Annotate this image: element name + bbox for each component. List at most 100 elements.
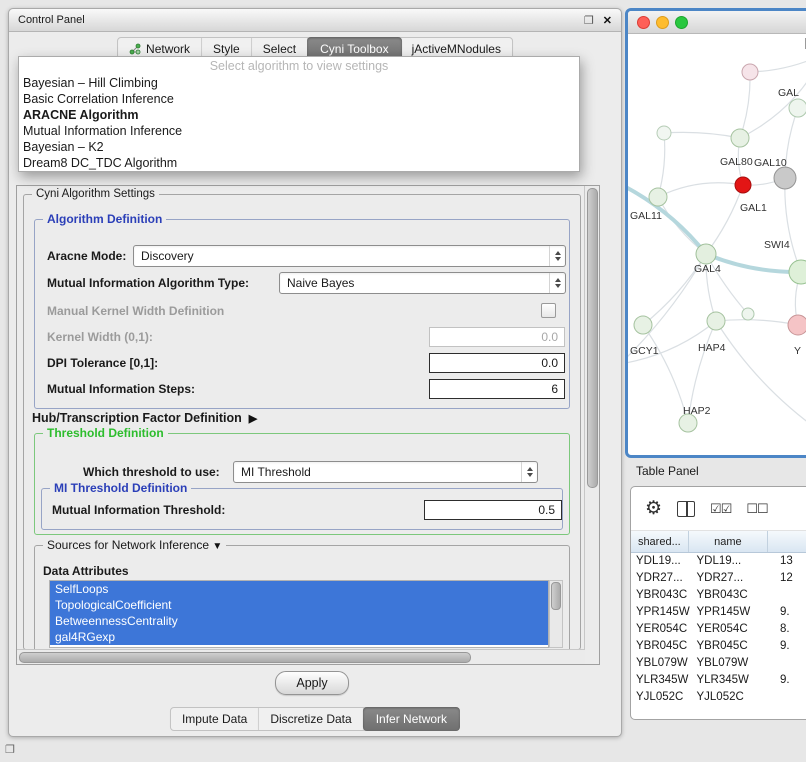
tab-discretize-data[interactable]: Discretize Data xyxy=(259,708,363,730)
settings-horizontal-scrollbar[interactable] xyxy=(17,649,585,664)
dpi-tolerance-field[interactable]: 0.0 xyxy=(429,353,565,373)
dropdown-stepper-icon xyxy=(549,273,565,293)
table-cell: 12 xyxy=(775,570,806,587)
data-attribute-item[interactable]: SelfLoops xyxy=(50,581,548,597)
column-header[interactable]: name xyxy=(689,531,768,552)
network-edge[interactable] xyxy=(643,325,688,423)
network-node[interactable] xyxy=(735,177,751,193)
table-row[interactable]: YBL079WYBL079W xyxy=(631,655,806,672)
scrollbar-thumb[interactable] xyxy=(19,652,471,663)
network-node[interactable] xyxy=(731,129,749,147)
table-toolbar: ⚙ ☑☑ ☐☐ xyxy=(631,487,806,531)
tab-infer-network[interactable]: Infer Network xyxy=(363,707,460,731)
table-cell: 8. xyxy=(775,621,806,638)
network-edge[interactable] xyxy=(664,132,740,138)
network-node[interactable] xyxy=(707,312,725,330)
hub-definition-toggle[interactable]: Hub/Transcription Factor Definition ▶ xyxy=(32,411,257,425)
algorithm-option[interactable]: Dream8 DC_TDC Algorithm xyxy=(19,155,579,171)
data-attribute-item[interactable]: gal4RGexp xyxy=(50,629,548,645)
network-node[interactable] xyxy=(649,188,667,206)
group-title: Cyni Algorithm Settings xyxy=(32,187,159,201)
minimize-button[interactable] xyxy=(656,16,669,29)
algorithm-option[interactable]: Mutual Information Inference xyxy=(19,123,579,139)
manual-kernel-checkbox[interactable] xyxy=(541,303,556,318)
control-panel-titlebar[interactable]: Control Panel ❐ ✕ xyxy=(9,9,621,32)
deselect-all-icon[interactable]: ☐☐ xyxy=(746,502,767,515)
network-node[interactable] xyxy=(742,64,758,80)
table-cell xyxy=(775,655,806,672)
hub-definition-label: Hub/Transcription Factor Definition xyxy=(32,411,242,425)
network-edge[interactable] xyxy=(706,185,743,254)
mi-steps-field[interactable]: 6 xyxy=(429,379,565,399)
gear-icon[interactable]: ⚙ xyxy=(645,499,662,518)
network-node[interactable] xyxy=(696,244,716,264)
table-cell: YBL079W xyxy=(691,655,774,672)
table-row[interactable]: YLR345WYLR345W9. xyxy=(631,672,806,689)
data-attributes-list[interactable]: SelfLoopsTopologicalCoefficientBetweenne… xyxy=(49,580,549,648)
table-row[interactable]: YBR043CYBR043C xyxy=(631,587,806,604)
column-header[interactable]: shared... xyxy=(631,531,689,552)
kernel-width-field[interactable]: 0.0 xyxy=(429,327,565,347)
network-canvas[interactable]: GALGAL80GAL10GAL11GAL1SWI4GAL4GCY1HAP4HA… xyxy=(628,34,806,450)
mi-threshold-field[interactable]: 0.5 xyxy=(424,500,562,520)
mi-algorithm-type-label: Mutual Information Algorithm Type: xyxy=(47,276,249,290)
dropdown-stepper-icon xyxy=(549,246,565,266)
network-edge[interactable] xyxy=(716,321,806,434)
docked-panel-icon[interactable]: ❐ xyxy=(5,743,15,756)
algorithm-option-list: Bayesian – Hill ClimbingBasic Correlatio… xyxy=(19,75,579,171)
data-attribute-item[interactable]: BetweennessCentrality xyxy=(50,613,548,629)
attributes-list-scrollbar[interactable] xyxy=(549,580,563,648)
network-node[interactable] xyxy=(788,315,806,335)
column-header[interactable] xyxy=(768,531,806,552)
algorithm-dropdown-placeholder: Select algorithm to view settings xyxy=(19,57,579,75)
network-edge[interactable] xyxy=(785,178,801,272)
network-node[interactable] xyxy=(774,167,796,189)
algorithm-option[interactable]: Bayesian – Hill Climbing xyxy=(19,75,579,91)
zoom-button[interactable] xyxy=(675,16,688,29)
sources-title-row[interactable]: Sources for Network Inference ▼ xyxy=(43,538,226,554)
aracne-mode-dropdown[interactable]: Discovery xyxy=(133,245,566,267)
table-cell: YDR27... xyxy=(631,570,691,587)
table-row[interactable]: YBR045CYBR045C9. xyxy=(631,638,806,655)
table-row[interactable]: YPR145WYPR145W9. xyxy=(631,604,806,621)
table-cell: YER054C xyxy=(691,621,774,638)
network-node[interactable] xyxy=(789,99,806,117)
algorithm-option[interactable]: ARACNE Algorithm xyxy=(19,107,579,123)
network-node-label: HAP2 xyxy=(683,405,711,417)
settings-vertical-scrollbar[interactable] xyxy=(584,186,599,650)
data-attributes-label: Data Attributes xyxy=(43,564,129,578)
aracne-mode-value: Discovery xyxy=(141,249,194,263)
network-edge[interactable] xyxy=(658,133,665,197)
network-node-label: HAP4 xyxy=(698,342,726,354)
network-node-label: GAL11 xyxy=(630,210,662,222)
table-row[interactable]: YER054CYER054C8. xyxy=(631,621,806,638)
algorithm-option[interactable]: Bayesian – K2 xyxy=(19,139,579,155)
network-node[interactable] xyxy=(789,260,806,284)
network-node[interactable] xyxy=(742,308,754,320)
scrollbar-thumb[interactable] xyxy=(587,188,598,488)
table-row[interactable]: YDL19...YDL19...13 xyxy=(631,553,806,570)
select-all-icon[interactable]: ☑☑ xyxy=(710,502,731,515)
network-edge[interactable] xyxy=(750,54,806,72)
columns-icon[interactable] xyxy=(677,501,695,517)
table-row[interactable]: YJL052CYJL052C xyxy=(631,689,806,706)
tab-label: Select xyxy=(263,42,296,56)
table-cell xyxy=(775,689,806,706)
network-node[interactable] xyxy=(657,126,671,140)
tab-impute-data[interactable]: Impute Data xyxy=(171,708,259,730)
network-window-titlebar[interactable] xyxy=(628,11,806,34)
network-node[interactable] xyxy=(634,316,652,334)
apply-button[interactable]: Apply xyxy=(275,671,349,695)
float-window-icon[interactable]: ❐ xyxy=(584,14,594,27)
network-edge[interactable] xyxy=(716,320,798,325)
data-attribute-item[interactable]: TopologicalCoefficient xyxy=(50,597,548,613)
table-row[interactable]: YDR27...YDR27...12 xyxy=(631,570,806,587)
settings-scrollpane: Cyni Algorithm Settings Algorithm Defini… xyxy=(16,185,600,665)
network-edge[interactable] xyxy=(658,183,743,197)
close-window-icon[interactable]: ✕ xyxy=(603,14,612,27)
network-edge[interactable] xyxy=(740,72,750,138)
mi-algorithm-type-dropdown[interactable]: Naive Bayes xyxy=(279,272,566,294)
which-threshold-dropdown[interactable]: MI Threshold xyxy=(233,461,538,483)
close-button[interactable] xyxy=(637,16,650,29)
algorithm-option[interactable]: Basic Correlation Inference xyxy=(19,91,579,107)
